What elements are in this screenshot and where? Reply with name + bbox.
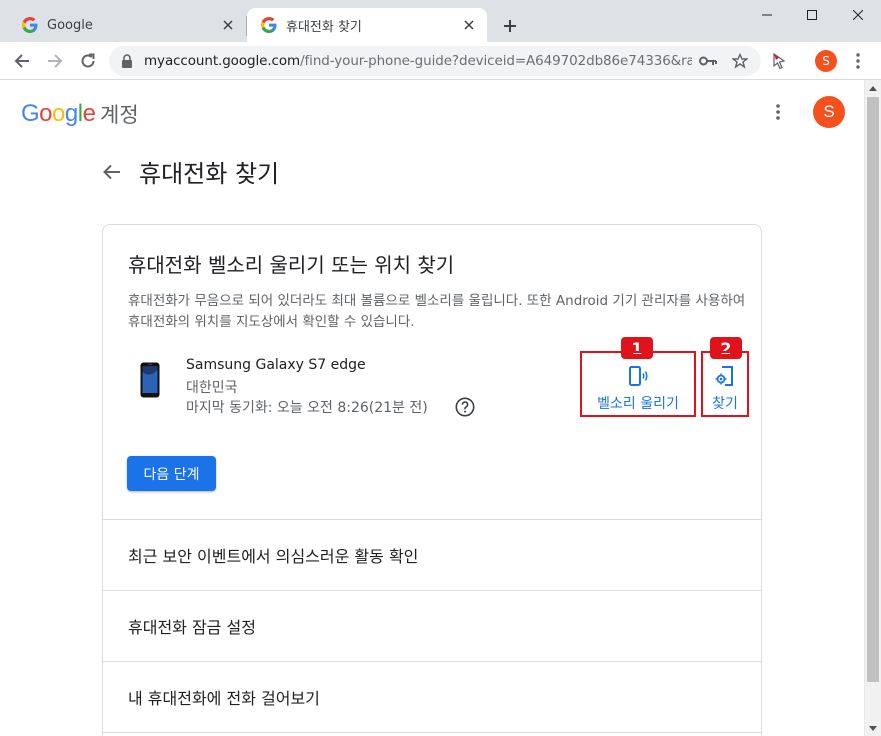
account-label[interactable]: 계정: [100, 99, 139, 129]
page-menu-dots-icon[interactable]: [768, 101, 788, 123]
scroll-up-arrow-icon[interactable]: [865, 80, 881, 96]
profile-avatar-small[interactable]: S: [815, 50, 837, 72]
ring-phone-label: 벨소리 울리기: [597, 396, 679, 412]
tab-close-icon[interactable]: [218, 15, 238, 35]
url-path: /find-your-phone-guide?deviceid=A649702d…: [300, 53, 692, 69]
tab-find-phone[interactable]: 휴대전화 찾기: [247, 8, 487, 42]
device-last-sync: 마지막 동기화: 오늘 오전 8:26(21분 전): [186, 400, 428, 416]
url-host: myaccount.google.com: [144, 53, 301, 69]
tab-google[interactable]: Google: [8, 8, 246, 42]
logo-letter: o: [52, 100, 65, 127]
page-content: Google 계정 S 휴대전화 찾기 휴대전화 벨소리 울리기 또는 위치 찾…: [0, 80, 864, 736]
card-title: 휴대전화 벨소리 울리기 또는 위치 찾기: [128, 253, 455, 277]
browser-menu-dots-icon[interactable]: [848, 51, 868, 71]
page-title: 휴대전화 찾기: [139, 160, 280, 188]
key-icon[interactable]: [699, 53, 717, 69]
phone-locate-icon: [715, 366, 733, 386]
list-item-call-phone[interactable]: 내 휴대전화에 전화 걸어보기: [103, 661, 761, 732]
smartphone-icon: [140, 362, 160, 398]
forward-arrow-icon[interactable]: [43, 49, 67, 73]
tab-title: 휴대전화 찾기: [286, 19, 362, 35]
back-arrow-icon[interactable]: [10, 49, 34, 73]
new-tab-plus-icon[interactable]: [498, 14, 522, 38]
lock-icon[interactable]: [121, 53, 135, 69]
back-arrow-icon[interactable]: [100, 160, 124, 184]
find-phone-label: 찾기: [712, 396, 738, 412]
list-item-lock-phone[interactable]: 휴대전화 잠금 설정: [103, 590, 761, 661]
address-bar[interactable]: myaccount.google.com/find-your-phone-gui…: [109, 46, 761, 76]
phone-ring-icon: [629, 366, 648, 386]
extension-cursor-icon[interactable]: [770, 52, 788, 70]
url-text[interactable]: myaccount.google.com/find-your-phone-gui…: [144, 53, 692, 69]
next-step-button[interactable]: 다음 단계: [127, 456, 216, 491]
device-name: Samsung Galaxy S7 edge: [186, 357, 366, 373]
tab-close-icon[interactable]: [459, 15, 479, 35]
tab-title: Google: [47, 17, 93, 33]
logo-letter: g: [64, 100, 78, 127]
page-scrollbar[interactable]: [864, 80, 881, 736]
scroll-thumb[interactable]: [867, 97, 879, 682]
browser-toolbar: myaccount.google.com/find-your-phone-gui…: [0, 42, 881, 80]
list-item-security-events[interactable]: 최근 보안 이벤트에서 의심스러운 활동 확인: [103, 519, 761, 590]
logo-letter: e: [82, 100, 96, 127]
window-maximize-icon[interactable]: [789, 0, 835, 30]
card-description: 휴대전화가 무음으로 되어 있더라도 최대 볼륨으로 벨소리를 울립니다. 또한…: [128, 293, 746, 330]
tab-strip: Google 휴대전화 찾기: [0, 0, 881, 42]
window-close-icon[interactable]: [835, 0, 881, 30]
reload-icon[interactable]: [76, 49, 100, 73]
help-circle-icon[interactable]: [455, 397, 475, 417]
logo-letter: o: [39, 100, 53, 127]
google-logo[interactable]: Google: [21, 100, 96, 128]
list-divider: [103, 732, 761, 736]
google-favicon-icon: [22, 17, 38, 33]
logo-letter: G: [21, 100, 40, 127]
ring-phone-button[interactable]: 벨소리 울리기: [580, 351, 696, 417]
find-phone-card: 휴대전화 벨소리 울리기 또는 위치 찾기 휴대전화가 무음으로 되어 있더라도…: [102, 224, 762, 736]
find-phone-button[interactable]: 찾기: [701, 351, 749, 417]
bookmark-star-icon[interactable]: [731, 53, 749, 69]
google-favicon-icon: [261, 17, 277, 33]
scroll-down-arrow-icon[interactable]: [865, 720, 881, 736]
window-minimize-icon[interactable]: [744, 0, 790, 30]
account-avatar[interactable]: S: [813, 96, 845, 128]
device-country: 대한민국: [186, 380, 238, 396]
